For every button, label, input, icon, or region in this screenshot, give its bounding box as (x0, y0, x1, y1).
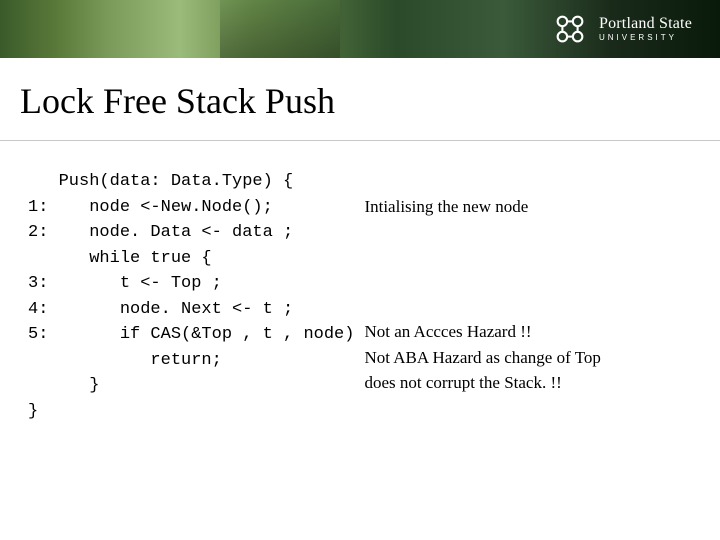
annotation-line: Not ABA Hazard as change of Top does not… (364, 345, 614, 396)
psu-logo-icon (551, 10, 589, 48)
code-line: while true { (28, 249, 212, 268)
code-line: } (28, 402, 38, 421)
content-area: Push(data: Data.Type) { 1: node <-New.No… (0, 141, 720, 424)
code-line: 3: t <- Top ; (28, 274, 222, 293)
code-line: Push(data: Data.Type) { (28, 172, 293, 191)
page-title: Lock Free Stack Push (0, 58, 720, 141)
university-logo: Portland State UNIVERSITY (551, 10, 692, 48)
code-line: 2: node. Data <- data ; (28, 223, 293, 242)
code-line: 1: node <-New.Node(); (28, 198, 273, 217)
code-line: } (28, 376, 99, 395)
annotation-line: Not an Accces Hazard !! (364, 319, 624, 345)
header-band: Portland State UNIVERSITY (0, 0, 720, 58)
code-line: 4: node. Next <- t ; (28, 300, 293, 319)
code-line: 5: if CAS(&Top , t , node) (28, 325, 354, 344)
code-block: Push(data: Data.Type) { 1: node <-New.No… (28, 169, 354, 424)
university-sub: UNIVERSITY (599, 34, 692, 42)
university-name: Portland State (599, 16, 692, 32)
annotation-init: Intialising the new node (364, 194, 624, 220)
code-line: return; (28, 351, 222, 370)
annotation-hazard: Not an Accces Hazard !! Not ABA Hazard a… (364, 319, 624, 396)
